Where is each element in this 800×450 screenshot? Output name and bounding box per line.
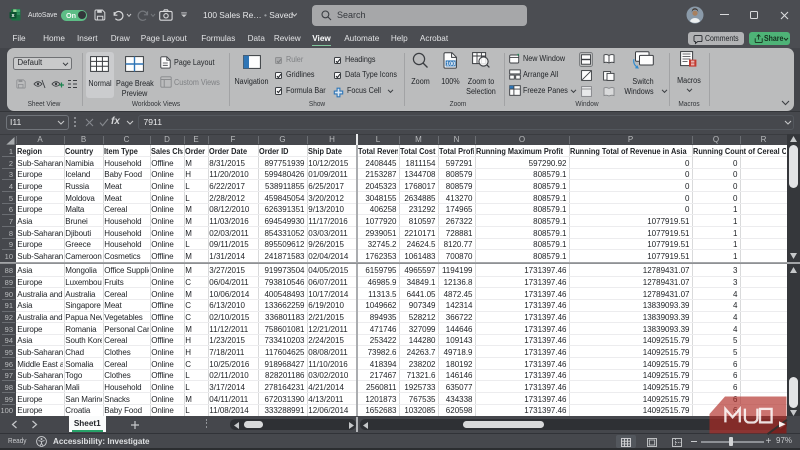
svg-text:100: 100 <box>446 61 455 67</box>
